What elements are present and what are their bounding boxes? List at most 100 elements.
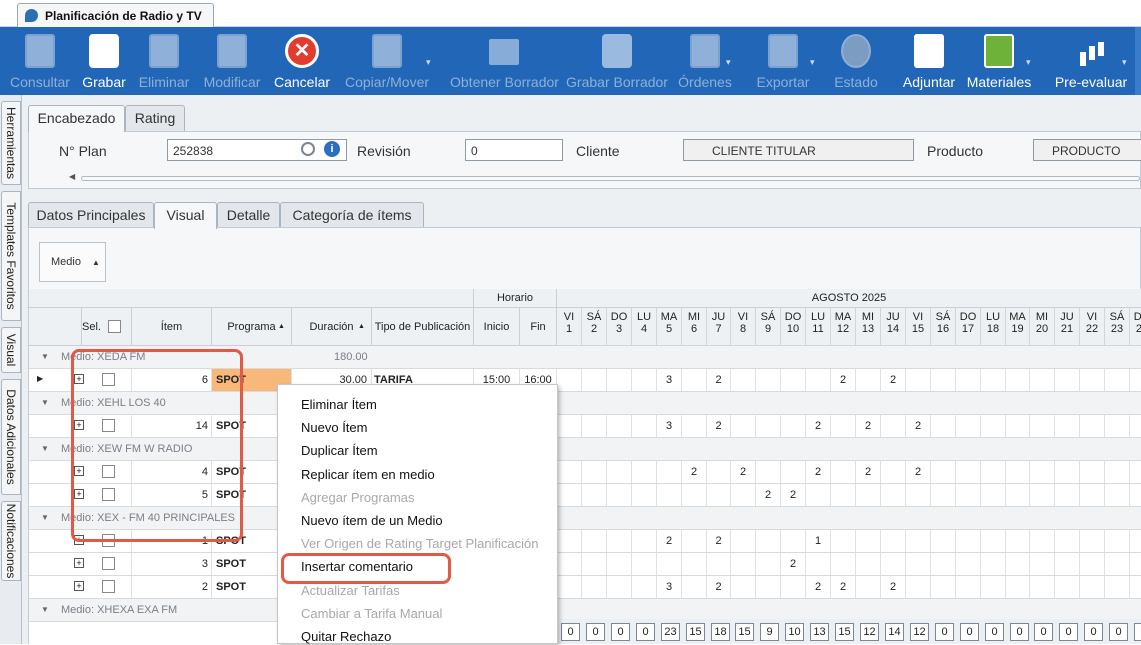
day-cell-8[interactable] <box>731 415 756 437</box>
day-cell-10[interactable]: 2 <box>781 553 806 575</box>
day-cell-4[interactable] <box>632 553 657 575</box>
day-cell-3[interactable] <box>607 415 632 437</box>
day-cell-18[interactable] <box>981 461 1006 483</box>
modificar-button[interactable]: Modificar <box>200 27 264 95</box>
day-cell-1[interactable] <box>557 461 582 483</box>
header-scrollbar[interactable]: ◀ <box>69 172 1140 184</box>
materiales-button[interactable]: Materiales ▾ <box>964 27 1034 95</box>
day-header-4[interactable]: LU 4 <box>632 308 657 346</box>
day-cell-17[interactable] <box>956 369 981 391</box>
pre-evaluar-button[interactable]: Pre-evaluar ▾ <box>1052 27 1130 95</box>
day-cell-12[interactable]: 2 <box>831 369 856 391</box>
tab-categoria-items[interactable]: Categoría de ítems <box>280 202 424 228</box>
day-cell-16[interactable] <box>931 576 956 598</box>
copiar-mover-button[interactable]: Copiar/Mover ▾ <box>340 27 434 95</box>
day-cell-24[interactable] <box>1130 369 1141 391</box>
day-cell-14[interactable]: 2 <box>881 576 906 598</box>
revision-field[interactable]: 0 <box>465 139 563 161</box>
cliente-field[interactable]: CLIENTE TITULAR <box>683 139 914 161</box>
chevron-down-icon[interactable]: ▾ <box>726 57 731 68</box>
day-cell-10[interactable] <box>781 461 806 483</box>
day-cell-6[interactable]: 2 <box>682 461 707 483</box>
day-cell-13[interactable] <box>856 530 881 552</box>
day-cell-14[interactable] <box>881 415 906 437</box>
day-cell-11[interactable] <box>806 553 831 575</box>
day-cell-11[interactable]: 2 <box>806 415 831 437</box>
day-header-3[interactable]: DO 3 <box>607 308 632 346</box>
day-cell-22[interactable] <box>1080 484 1105 506</box>
day-cell-10[interactable] <box>781 576 806 598</box>
menu-item-duplicar-item[interactable]: Duplicar Ítem <box>301 443 378 458</box>
day-cell-8[interactable] <box>731 553 756 575</box>
day-cell-4[interactable] <box>632 369 657 391</box>
day-header-2[interactable]: SÁ 2 <box>582 308 607 346</box>
day-cell-4[interactable] <box>632 530 657 552</box>
menu-item-replicar-item-en-medio[interactable]: Replicar ítem en medio <box>301 467 435 482</box>
day-cell-5[interactable] <box>657 484 682 506</box>
day-cell-11[interactable]: 2 <box>806 461 831 483</box>
day-cell-9[interactable] <box>756 530 781 552</box>
side-tab-visual[interactable]: Visual <box>1 327 21 373</box>
day-cell-23[interactable] <box>1105 530 1130 552</box>
grabar-button[interactable]: Grabar <box>80 27 128 95</box>
tab-visual[interactable]: Visual <box>154 202 217 229</box>
day-cell-11[interactable] <box>806 484 831 506</box>
day-cell-2[interactable] <box>582 461 607 483</box>
day-cell-17[interactable] <box>956 530 981 552</box>
day-cell-8[interactable] <box>731 369 756 391</box>
day-cell-16[interactable] <box>931 369 956 391</box>
day-cell-8[interactable] <box>731 530 756 552</box>
day-cell-16[interactable] <box>931 461 956 483</box>
day-header-18[interactable]: LU 18 <box>981 308 1006 346</box>
day-cell-19[interactable] <box>1006 530 1030 552</box>
day-cell-18[interactable] <box>981 369 1006 391</box>
day-cell-23[interactable] <box>1105 576 1130 598</box>
day-cell-2[interactable] <box>582 415 607 437</box>
day-cell-15[interactable] <box>906 484 931 506</box>
day-cell-18[interactable] <box>981 530 1006 552</box>
day-cell-15[interactable]: 2 <box>906 415 931 437</box>
day-header-21[interactable]: JU 21 <box>1055 308 1080 346</box>
day-cell-1[interactable] <box>557 576 582 598</box>
consultar-button[interactable]: Consultar <box>0 27 80 95</box>
day-cell-12[interactable] <box>831 484 856 506</box>
day-cell-17[interactable] <box>956 553 981 575</box>
collapse-icon[interactable]: ▼ <box>41 605 49 614</box>
day-cell-6[interactable] <box>682 553 707 575</box>
search-icon[interactable] <box>301 142 315 156</box>
chevron-down-icon[interactable]: ▾ <box>810 57 815 68</box>
eliminar-button[interactable]: Eliminar <box>135 27 193 95</box>
sort-up-icon[interactable]: ▲ <box>278 323 285 330</box>
day-cell-17[interactable] <box>956 415 981 437</box>
side-tab-notificaciones[interactable]: Notificaciones <box>1 501 21 581</box>
day-cell-15[interactable] <box>906 369 931 391</box>
header-scroll-track[interactable] <box>81 176 1140 181</box>
day-header-23[interactable]: SÁ 23 <box>1105 308 1130 346</box>
day-cell-20[interactable] <box>1030 553 1055 575</box>
day-header-16[interactable]: SÁ 16 <box>931 308 956 346</box>
day-cell-4[interactable] <box>632 576 657 598</box>
day-cell-18[interactable] <box>981 415 1006 437</box>
day-cell-1[interactable] <box>557 415 582 437</box>
tab-encabezado[interactable]: Encabezado <box>28 105 125 132</box>
day-cell-18[interactable] <box>981 576 1006 598</box>
scroll-left-icon[interactable]: ◀ <box>69 172 75 181</box>
side-tab-templates-favoritos[interactable]: Templates Favoritos <box>1 191 21 321</box>
obtener-borrador-button[interactable]: Obtener Borrador <box>450 27 559 95</box>
day-cell-16[interactable] <box>931 484 956 506</box>
day-cell-22[interactable] <box>1080 576 1105 598</box>
day-cell-15[interactable] <box>906 576 931 598</box>
day-cell-6[interactable] <box>682 484 707 506</box>
exportar-button[interactable]: Exportar ▾ <box>748 27 818 95</box>
chevron-down-icon[interactable]: ▾ <box>426 57 431 68</box>
day-cell-24[interactable] <box>1130 576 1141 598</box>
day-header-10[interactable]: DO 10 <box>781 308 806 346</box>
day-cell-7[interactable]: 2 <box>707 530 731 552</box>
day-cell-14[interactable] <box>881 553 906 575</box>
day-cell-23[interactable] <box>1105 415 1130 437</box>
day-header-22[interactable]: VI 22 <box>1080 308 1105 346</box>
day-cell-14[interactable] <box>881 484 906 506</box>
day-cell-2[interactable] <box>582 369 607 391</box>
day-cell-15[interactable] <box>906 553 931 575</box>
day-cell-1[interactable] <box>557 553 582 575</box>
